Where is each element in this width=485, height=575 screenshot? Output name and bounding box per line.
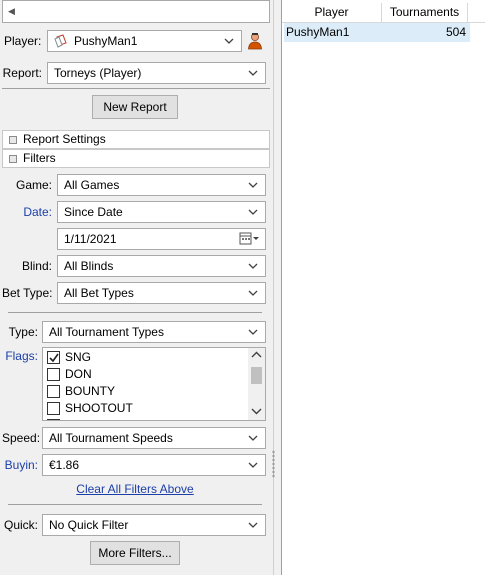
splitter-grip[interactable] bbox=[272, 450, 275, 478]
scroll-left-icon[interactable]: ◀ bbox=[8, 1, 15, 21]
tournament-type-value: All Tournament Types bbox=[49, 325, 164, 339]
game-select-value: All Games bbox=[64, 178, 120, 192]
date-mode-select[interactable]: Since Date bbox=[57, 201, 266, 223]
expand-icon bbox=[9, 136, 17, 144]
top-input[interactable]: ◀ bbox=[2, 0, 270, 23]
chevron-down-icon bbox=[248, 175, 260, 195]
filters-label: Filters bbox=[23, 151, 56, 165]
checkbox-checked[interactable] bbox=[47, 351, 60, 364]
bet-type-select[interactable]: All Bet Types bbox=[57, 282, 266, 304]
date-mode-value: Since Date bbox=[64, 205, 123, 219]
buyin-select[interactable]: €1.86 bbox=[42, 454, 266, 476]
bet-type-label: Bet Type: bbox=[2, 286, 53, 300]
chevron-down-icon bbox=[248, 202, 260, 222]
chevron-down-icon bbox=[248, 63, 260, 83]
report-select-value: Torneys (Player) bbox=[54, 66, 142, 80]
flag-label: BOUNTY bbox=[65, 384, 116, 398]
player-label: Player: bbox=[4, 34, 42, 48]
report-settings-label: Report Settings bbox=[23, 132, 106, 146]
scroll-up-icon[interactable] bbox=[248, 348, 265, 364]
type-label: Type: bbox=[8, 325, 38, 339]
buyin-label[interactable]: Buyin: bbox=[2, 458, 38, 472]
filters-header[interactable]: Filters bbox=[2, 149, 270, 168]
game-label: Game: bbox=[15, 178, 52, 192]
blind-label: Blind: bbox=[21, 259, 52, 273]
clear-filters-link[interactable]: Clear All Filters Above bbox=[0, 482, 270, 496]
date-label[interactable]: Date: bbox=[2, 205, 52, 219]
more-filters-button[interactable]: More Filters... bbox=[90, 541, 180, 565]
flags-checklist[interactable]: SNG DON BOUNTY SHOOTOUT bbox=[42, 347, 266, 421]
grid-header: Player Tournaments bbox=[282, 3, 485, 23]
quick-filter-value: No Quick Filter bbox=[49, 518, 129, 532]
tournament-type-select[interactable]: All Tournament Types bbox=[42, 321, 266, 343]
flags-label[interactable]: Flags: bbox=[2, 349, 38, 363]
report-select[interactable]: Torneys (Player) bbox=[47, 62, 266, 84]
calendar-icon[interactable] bbox=[239, 232, 261, 249]
quick-filter-select[interactable]: No Quick Filter bbox=[42, 514, 266, 536]
report-settings-header[interactable]: Report Settings bbox=[2, 130, 270, 149]
checkbox-unchecked[interactable] bbox=[47, 385, 60, 398]
quick-label: Quick: bbox=[3, 518, 38, 532]
bet-type-select-value: All Bet Types bbox=[64, 286, 134, 300]
player-card-icon bbox=[54, 31, 68, 51]
flag-label: DON bbox=[65, 367, 92, 381]
game-select[interactable]: All Games bbox=[57, 174, 266, 196]
blind-select[interactable]: All Blinds bbox=[57, 255, 266, 277]
date-picker-value: 1/11/2021 bbox=[64, 232, 117, 246]
blind-select-value: All Blinds bbox=[64, 259, 114, 273]
filter-panel: ◀ Player: PushyMan1 Report: Torneys (Pla… bbox=[0, 0, 274, 575]
player-select[interactable]: PushyMan1 bbox=[47, 30, 242, 52]
speed-select[interactable]: All Tournament Speeds bbox=[42, 427, 266, 449]
report-label: Report: bbox=[2, 66, 42, 80]
player-select-value: PushyMan1 bbox=[74, 34, 138, 48]
table-row[interactable]: PushyMan1 504 bbox=[284, 23, 470, 42]
user-avatar-icon[interactable] bbox=[247, 32, 263, 53]
flag-label: SNG bbox=[65, 350, 92, 364]
scroll-down-icon[interactable] bbox=[248, 404, 265, 420]
scroll-thumb[interactable] bbox=[251, 367, 262, 384]
collapse-icon bbox=[9, 155, 17, 163]
checkbox-unchecked[interactable] bbox=[47, 368, 60, 381]
chevron-down-icon bbox=[248, 322, 260, 342]
divider bbox=[8, 504, 262, 505]
results-grid: Player Tournaments PushyMan1 504 bbox=[281, 0, 485, 575]
new-report-button[interactable]: New Report bbox=[92, 95, 178, 119]
buyin-select-value: €1.86 bbox=[49, 458, 80, 472]
checkbox-unchecked bbox=[47, 419, 60, 420]
flag-label: SHOOTOUT bbox=[65, 401, 133, 415]
cell-tournaments: 504 bbox=[445, 25, 466, 39]
speed-select-value: All Tournament Speeds bbox=[49, 431, 173, 445]
chevron-down-icon bbox=[248, 455, 260, 475]
divider bbox=[2, 88, 270, 89]
chevron-down-icon bbox=[248, 515, 260, 535]
column-header-tournaments[interactable]: Tournaments bbox=[382, 3, 468, 23]
divider bbox=[8, 312, 262, 313]
chevron-down-icon bbox=[224, 31, 236, 51]
chevron-down-icon bbox=[248, 283, 260, 303]
date-picker[interactable]: 1/11/2021 bbox=[57, 228, 266, 250]
checkbox-unchecked[interactable] bbox=[47, 402, 60, 415]
cell-player: PushyMan1 bbox=[286, 25, 350, 39]
chevron-down-icon bbox=[248, 256, 260, 276]
speed-label: Speed: bbox=[2, 431, 41, 445]
flags-scrollbar[interactable] bbox=[248, 348, 265, 420]
chevron-down-icon bbox=[248, 428, 260, 448]
column-header-player[interactable]: Player bbox=[282, 3, 382, 23]
